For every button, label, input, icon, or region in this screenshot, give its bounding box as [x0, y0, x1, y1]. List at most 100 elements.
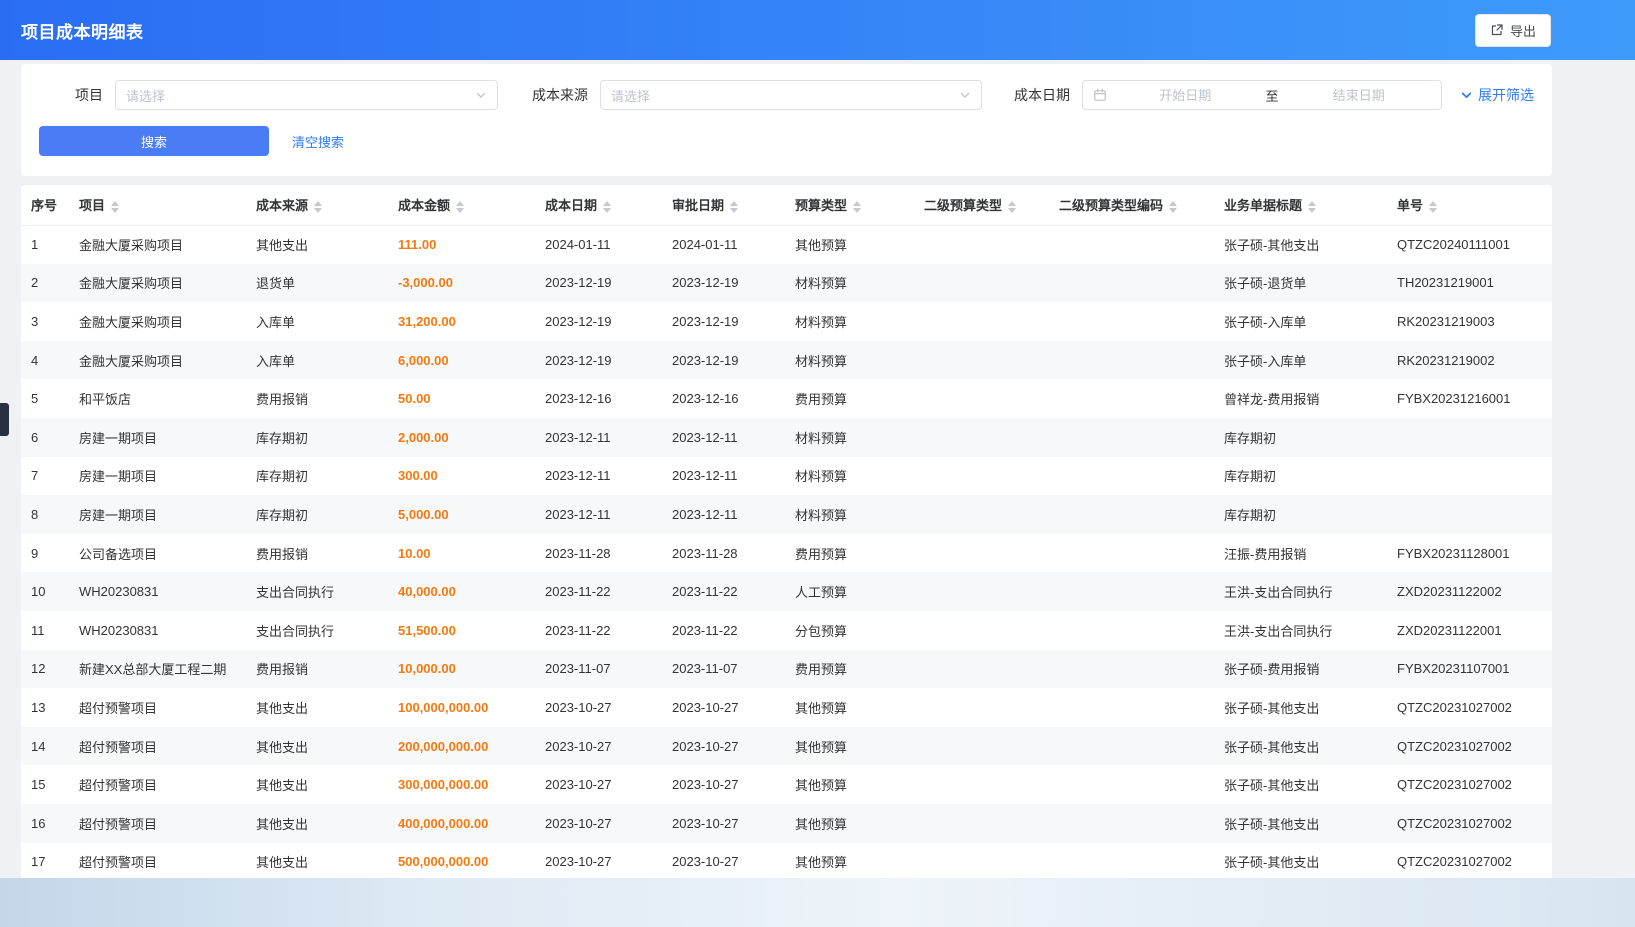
expand-filters-link[interactable]: 展开筛选	[1460, 85, 1534, 105]
column-label: 序号	[31, 198, 57, 213]
cell-approve-date: 2023-12-11	[662, 495, 785, 534]
cell-amount: 51,500.00	[388, 611, 535, 650]
start-date-input[interactable]	[1113, 88, 1258, 103]
cell-amount: 6,000.00	[388, 341, 535, 380]
cell-budget-type: 费用预算	[785, 650, 914, 689]
cell-source: 库存期初	[246, 495, 388, 534]
cell-amount: 31,200.00	[388, 302, 535, 341]
cell-sub-budget-code	[1049, 572, 1214, 611]
table-row: 1金融大厦采购项目其他支出111.002024-01-112024-01-11其…	[21, 225, 1552, 264]
cell-sub-budget-code	[1049, 804, 1214, 843]
chevron-down-icon	[475, 89, 487, 101]
column-header-budget-type[interactable]: 预算类型	[785, 185, 914, 225]
cell-amount: 200,000,000.00	[388, 727, 535, 766]
column-header-doc-no[interactable]: 单号	[1387, 185, 1552, 225]
search-button[interactable]: 搜索	[39, 126, 269, 156]
cell-project: 新建XX总部大厦工程二期	[69, 650, 246, 689]
column-label: 审批日期	[672, 198, 724, 213]
cell-amount: 300.00	[388, 457, 535, 496]
cost-source-filter-label: 成本来源	[524, 85, 588, 105]
clear-search-link[interactable]: 清空搜索	[292, 132, 344, 151]
cell-source: 退货单	[246, 264, 388, 303]
cell-doc-no	[1387, 457, 1552, 496]
column-label: 项目	[79, 198, 105, 213]
cell-approve-date: 2023-12-16	[662, 379, 785, 418]
cell-doc-no: QTZC20231027002	[1387, 727, 1552, 766]
cell-doc-no: ZXD20231122002	[1387, 572, 1552, 611]
cell-approve-date: 2024-01-11	[662, 225, 785, 264]
export-button[interactable]: 导出	[1475, 14, 1551, 47]
cell-source: 其他支出	[246, 843, 388, 882]
cell-approve-date: 2023-12-19	[662, 264, 785, 303]
cell-doc-no: QTZC20231027002	[1387, 804, 1552, 843]
cell-index: 13	[21, 688, 69, 727]
cell-doc-title: 张子硕-其他支出	[1214, 225, 1387, 264]
cell-source: 费用报销	[246, 650, 388, 689]
cell-project: 金融大厦采购项目	[69, 302, 246, 341]
cell-project: 超付预警项目	[69, 688, 246, 727]
table-row: 12新建XX总部大厦工程二期费用报销10,000.002023-11-07202…	[21, 650, 1552, 689]
project-select[interactable]: 请选择	[115, 80, 498, 110]
cost-date-range-picker[interactable]: 至	[1082, 80, 1442, 110]
column-header-project[interactable]: 项目	[69, 185, 246, 225]
cell-approve-date: 2023-10-27	[662, 804, 785, 843]
sort-icon[interactable]	[314, 201, 322, 213]
sort-icon[interactable]	[1169, 201, 1177, 213]
sort-icon[interactable]	[456, 201, 464, 213]
cell-project: 公司备选项目	[69, 534, 246, 573]
table-row: 7房建一期项目库存期初300.002023-12-112023-12-11材料预…	[21, 457, 1552, 496]
column-header-doc-title[interactable]: 业务单据标题	[1214, 185, 1387, 225]
cell-doc-title: 张子硕-费用报销	[1214, 650, 1387, 689]
export-button-label: 导出	[1510, 21, 1536, 40]
cell-sub-budget-type	[914, 418, 1049, 457]
cell-source: 库存期初	[246, 418, 388, 457]
sort-icon[interactable]	[1429, 201, 1437, 213]
table-row: 11WH20230831支出合同执行51,500.002023-11-22202…	[21, 611, 1552, 650]
cell-source: 支出合同执行	[246, 572, 388, 611]
cell-approve-date: 2023-10-27	[662, 843, 785, 882]
column-header-source[interactable]: 成本来源	[246, 185, 388, 225]
cell-doc-title: 张子硕-其他支出	[1214, 765, 1387, 804]
cell-project: 超付预警项目	[69, 843, 246, 882]
table-row: 6房建一期项目库存期初2,000.002023-12-112023-12-11材…	[21, 418, 1552, 457]
column-header-approve-date[interactable]: 审批日期	[662, 185, 785, 225]
table-row: 17超付预警项目其他支出500,000,000.002023-10-272023…	[21, 843, 1552, 882]
column-header-cost-date[interactable]: 成本日期	[535, 185, 662, 225]
topbar: 项目成本明细表 导出	[0, 0, 1635, 60]
column-header-sub-budget-code[interactable]: 二级预算类型编码	[1049, 185, 1214, 225]
cell-index: 15	[21, 765, 69, 804]
column-header-sub-budget-type[interactable]: 二级预算类型	[914, 185, 1049, 225]
cell-doc-title: 王洪-支出合同执行	[1214, 611, 1387, 650]
cell-amount: 500,000,000.00	[388, 843, 535, 882]
table-row: 15超付预警项目其他支出300,000,000.002023-10-272023…	[21, 765, 1552, 804]
cell-doc-no: QTZC20231027002	[1387, 765, 1552, 804]
cell-cost-date: 2023-11-28	[535, 534, 662, 573]
cell-sub-budget-code	[1049, 727, 1214, 766]
cell-doc-no: QTZC20231027002	[1387, 843, 1552, 882]
cell-project: 金融大厦采购项目	[69, 225, 246, 264]
sort-icon[interactable]	[853, 201, 861, 213]
cell-doc-title: 曾祥龙-费用报销	[1214, 379, 1387, 418]
cost-source-select[interactable]: 请选择	[600, 80, 982, 110]
sort-icon[interactable]	[603, 201, 611, 213]
cell-budget-type: 费用预算	[785, 534, 914, 573]
column-label: 二级预算类型	[924, 198, 1002, 213]
cell-cost-date: 2023-11-22	[535, 572, 662, 611]
cell-budget-type: 其他预算	[785, 225, 914, 264]
cell-amount: 40,000.00	[388, 572, 535, 611]
column-header-amount[interactable]: 成本金额	[388, 185, 535, 225]
column-label: 成本来源	[256, 198, 308, 213]
cell-index: 3	[21, 302, 69, 341]
sort-icon[interactable]	[1008, 201, 1016, 213]
cell-approve-date: 2023-12-11	[662, 457, 785, 496]
end-date-input[interactable]	[1287, 88, 1432, 103]
sort-icon[interactable]	[1308, 201, 1316, 213]
cell-sub-budget-type	[914, 534, 1049, 573]
sort-icon[interactable]	[730, 201, 738, 213]
export-icon	[1490, 23, 1504, 37]
cell-index: 12	[21, 650, 69, 689]
cell-doc-no: FYBX20231107001	[1387, 650, 1552, 689]
sort-icon[interactable]	[111, 201, 119, 213]
table-row: 9公司备选项目费用报销10.002023-11-282023-11-28费用预算…	[21, 534, 1552, 573]
drawer-toggle-handle[interactable]	[0, 403, 9, 436]
